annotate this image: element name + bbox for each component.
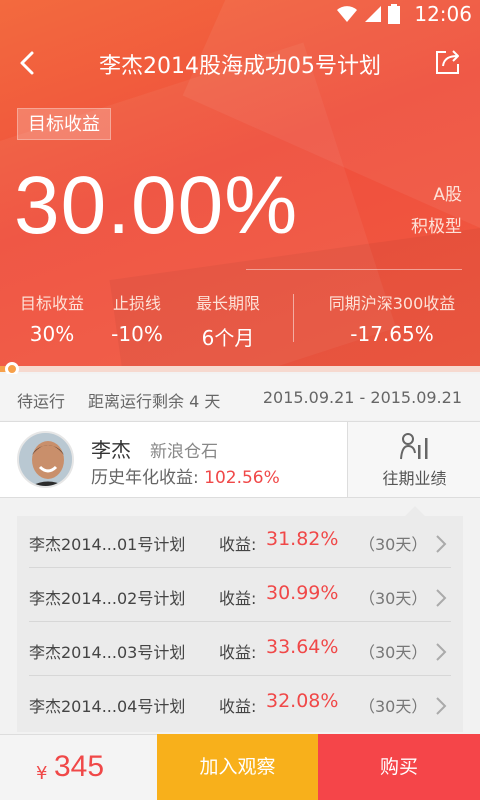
past-performance-button[interactable]: 往期业绩 — [347, 422, 480, 497]
run-status: 待运行 — [17, 392, 66, 411]
history-return-label: 历史年化收益: — [91, 468, 205, 488]
chevron-right-icon — [436, 535, 447, 553]
stats-row: 目标收益 30% 止损线 -10% 最长期限 6个月 同期沪深300收益 -17… — [0, 290, 480, 350]
stat-value: -10% — [111, 322, 163, 346]
target-return-tag: 目标收益 — [17, 108, 111, 140]
stat-max-term: 最长期限 6个月 — [190, 290, 266, 351]
stats-separator — [293, 294, 294, 342]
stat-value: 6个月 — [201, 326, 255, 350]
run-info-row: 待运行 距离运行剩余 4 天 2015.09.21 - 2015.09.21 — [0, 374, 480, 420]
battery-icon — [388, 4, 400, 24]
chevron-right-icon — [436, 643, 447, 661]
plan-return-label: 收益: — [219, 643, 257, 662]
plan-name: 李杰2014...04号计划 — [29, 697, 186, 716]
chevron-right-icon — [436, 589, 447, 607]
back-arrow-icon — [20, 51, 34, 75]
dropdown-caret — [405, 506, 425, 516]
manager-card[interactable]: 李杰 新浪仓石 历史年化收益: 102.56% 往期业绩 — [0, 421, 480, 498]
days-remaining: 距离运行剩余 4 天 — [88, 392, 221, 411]
plan-days: （30天） — [359, 697, 428, 716]
stat-hs300: 同期沪深300收益 -17.65% — [314, 290, 470, 346]
stat-label: 同期沪深300收益 — [328, 294, 456, 313]
list-item[interactable]: 李杰2014...02号计划 收益: 30.99% （30天） — [29, 570, 451, 622]
plan-name: 李杰2014...01号计划 — [29, 535, 186, 554]
plan-days: （30天） — [359, 643, 428, 662]
status-time: 12:06 — [414, 2, 472, 26]
plan-return-value: 33.64% — [266, 636, 339, 658]
progress-bar — [0, 366, 480, 372]
stat-label: 最长期限 — [195, 294, 260, 313]
share-icon — [436, 50, 459, 74]
price-box: ¥ 345 — [0, 734, 157, 800]
plan-days: （30天） — [359, 589, 428, 608]
history-return-value: 102.56% — [204, 468, 280, 488]
buy-button[interactable]: 购买 — [318, 734, 480, 800]
chart-person-icon — [400, 433, 428, 460]
status-icons — [336, 4, 400, 24]
manager-name: 李杰 — [91, 438, 131, 462]
stat-stop-loss: 止损线 -10% — [104, 290, 170, 346]
price-value: 345 — [54, 750, 105, 783]
avatar — [17, 431, 74, 488]
page-title: 李杰2014股海成功05号计划 — [99, 54, 381, 79]
plan-return-label: 收益: — [219, 535, 257, 554]
stat-target: 目标收益 30% — [14, 290, 90, 346]
history-return: 历史年化收益: 102.56% — [91, 463, 280, 488]
stat-value: 30% — [29, 322, 75, 346]
plan-return-label: 收益: — [219, 697, 257, 716]
plan-days: （30天） — [359, 535, 428, 554]
plan-name: 李杰2014...02号计划 — [29, 589, 186, 608]
price-currency: ¥ — [36, 763, 48, 784]
past-performance-label: 往期业绩 — [382, 469, 447, 488]
status-bar: 12:06 — [0, 0, 480, 28]
stat-label: 止损线 — [112, 294, 161, 313]
market-type: A股 — [433, 185, 462, 205]
nav-bar: 李杰2014股海成功05号计划 — [0, 38, 480, 88]
target-return-rate: 30.00% — [14, 160, 299, 251]
wifi-icon — [337, 6, 357, 22]
risk-style: 积极型 — [411, 217, 462, 237]
divider — [246, 269, 462, 270]
bottom-action-bar: ¥ 345 加入观察 购买 — [0, 734, 480, 800]
list-item[interactable]: 李杰2014...04号计划 收益: 32.08% （30天） — [29, 678, 451, 730]
list-item[interactable]: 李杰2014...03号计划 收益: 33.64% （30天） — [29, 624, 451, 676]
hero-banner: 12:06 李杰2014股海成功05号计划 目标收益 30.00% A股 积极型… — [0, 0, 480, 368]
date-range: 2015.09.21 - 2015.09.21 — [262, 388, 462, 407]
plan-return-label: 收益: — [219, 589, 257, 608]
manager-firm: 新浪仓石 — [150, 442, 218, 462]
plan-return-value: 32.08% — [266, 690, 339, 712]
signal-icon — [365, 6, 381, 22]
plan-return-value: 31.82% — [266, 528, 339, 550]
share-button[interactable] — [432, 46, 464, 78]
add-to-watch-button[interactable]: 加入观察 — [157, 734, 318, 800]
list-item[interactable]: 李杰2014...01号计划 收益: 31.82% （30天） — [29, 516, 451, 568]
chevron-right-icon — [436, 697, 447, 715]
plan-return-value: 30.99% — [266, 582, 339, 604]
back-button[interactable] — [14, 48, 42, 78]
plan-name: 李杰2014...03号计划 — [29, 643, 186, 662]
past-plans-list: 李杰2014...01号计划 收益: 31.82% （30天） 李杰2014..… — [17, 516, 463, 732]
stat-value: -17.65% — [350, 322, 434, 346]
avatar-image — [19, 433, 72, 486]
stat-label: 目标收益 — [19, 294, 84, 313]
